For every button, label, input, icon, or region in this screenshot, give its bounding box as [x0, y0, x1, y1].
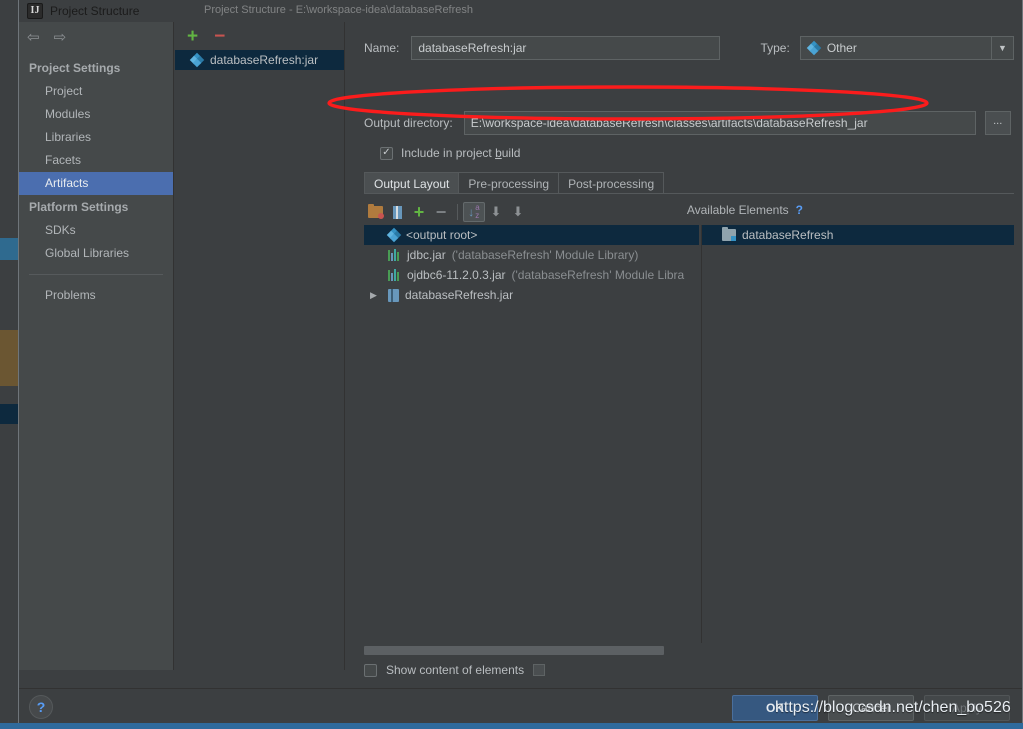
output-directory-label: Output directory:	[364, 116, 453, 130]
type-label: Type:	[760, 41, 790, 55]
add-artifact-button[interactable]: +	[187, 27, 198, 46]
remove-element-icon[interactable]: −	[430, 202, 452, 222]
type-dropdown[interactable]: Other ▼	[799, 36, 1014, 60]
sidebar-item-problems[interactable]: Problems	[19, 284, 173, 307]
show-content-row[interactable]: Show content of elements	[364, 663, 546, 677]
tree-row[interactable]: ▶ databaseRefresh.jar	[364, 285, 699, 305]
help-icon[interactable]: ?	[796, 203, 803, 217]
module-icon	[722, 227, 736, 241]
tree-row[interactable]: jdbc.jar ('databaseRefresh' Module Libra…	[364, 245, 699, 265]
output-layout-tree[interactable]: <output root> jdbc.jar ('databaseRefresh…	[364, 225, 699, 643]
type-dropdown-value: Other	[826, 41, 857, 55]
sidebar-group-project-settings: Project Settings	[29, 61, 121, 75]
artifacts-toolbar: + −	[175, 22, 344, 50]
sidebar-group-platform-settings: Platform Settings	[29, 200, 129, 214]
jar-icon	[388, 288, 399, 302]
sidebar-item-sdks[interactable]: SDKs	[19, 219, 173, 242]
artifact-list-item[interactable]: databaseRefresh:jar	[175, 50, 344, 70]
module-library-icon	[388, 249, 401, 261]
move-up-icon[interactable]: ⬇	[485, 202, 507, 222]
artifact-diamond-icon	[386, 227, 402, 243]
include-in-project-build-label: Include in project build	[401, 146, 521, 160]
output-directory-row: Output directory: E:\workspace-idea\data…	[364, 111, 1014, 135]
move-down-icon[interactable]: ⬇	[507, 202, 529, 222]
include-in-project-build-checkbox[interactable]: ✓	[380, 146, 393, 160]
os-taskbar-edge	[0, 723, 1023, 729]
sidebar-item-modules[interactable]: Modules	[19, 103, 173, 126]
tree-row-label: jdbc.jar	[407, 248, 446, 262]
tree-row-label: <output root>	[406, 228, 478, 242]
tab-output-layout[interactable]: Output Layout	[364, 172, 460, 194]
name-label: Name:	[364, 41, 400, 55]
add-directory-icon[interactable]	[364, 202, 386, 222]
available-elements-tree[interactable]: databaseRefresh	[701, 225, 1014, 643]
browse-output-directory-button[interactable]: ...	[984, 111, 1011, 135]
artifact-diamond-icon	[189, 52, 205, 68]
sidebar-item-global-libraries[interactable]: Global Libraries	[19, 242, 173, 265]
tree-row[interactable]: ojdbc6-11.2.0.3.jar ('databaseRefresh' M…	[364, 265, 699, 285]
sidebar-item-project[interactable]: Project	[19, 80, 173, 103]
expand-twisty-icon[interactable]: ▶	[370, 290, 382, 301]
available-element-label: databaseRefresh	[742, 228, 834, 242]
add-element-icon[interactable]: +	[408, 202, 430, 222]
window-title: Project Structure	[50, 3, 140, 18]
add-archive-icon[interactable]	[386, 202, 408, 222]
toolbar-separator	[457, 204, 458, 220]
settings-sidebar: ⇦ ⇨ Project Settings Project Modules Lib…	[19, 22, 174, 670]
tree-row-note: ('databaseRefresh' Module Library)	[451, 248, 639, 262]
intellij-idea-icon: IJ	[27, 2, 43, 19]
available-elements-label: Available Elements	[686, 203, 789, 217]
list-item[interactable]: databaseRefresh	[702, 225, 1014, 245]
output-layout-toolbar: + − ↓ a z ⬇ ⬇ Available Elements ?	[364, 200, 1014, 224]
artifact-list-item-label: databaseRefresh:jar	[210, 53, 319, 67]
help-button[interactable]: ?	[29, 695, 53, 719]
show-content-label: Show content of elements	[386, 663, 525, 677]
tree-row-label: databaseRefresh.jar	[405, 288, 514, 302]
sidebar-item-artifacts[interactable]: Artifacts	[19, 172, 173, 195]
dialog-body: ⇦ ⇨ Project Settings Project Modules Lib…	[19, 22, 1022, 725]
watermark-text: https://blog.csdn.net/chen_bo526	[775, 699, 1011, 716]
forward-arrow-icon[interactable]: ⇨	[54, 30, 67, 45]
tab-post-processing[interactable]: Post-processing	[559, 172, 665, 194]
sidebar-nav-arrows: ⇦ ⇨	[19, 22, 173, 52]
sort-alphabetically-icon[interactable]: ↓ a z	[463, 202, 485, 222]
show-content-extra-icon[interactable]	[533, 664, 546, 676]
include-in-project-build-row[interactable]: ✓ Include in project build	[380, 146, 520, 160]
tab-pre-processing[interactable]: Pre-processing	[459, 172, 560, 194]
tree-row-note: ('databaseRefresh' Module Libra	[511, 268, 685, 282]
back-arrow-icon[interactable]: ⇦	[27, 30, 40, 45]
tree-row[interactable]: <output root>	[364, 225, 699, 245]
sidebar-divider	[29, 274, 163, 275]
sidebar-item-facets[interactable]: Facets	[19, 149, 173, 172]
titlebar-ghost-text: Project Structure - E:\workspace-idea\da…	[204, 4, 474, 16]
sidebar-item-libraries[interactable]: Libraries	[19, 126, 173, 149]
remove-artifact-button[interactable]: −	[214, 27, 225, 46]
scrollbar-thumb[interactable]	[364, 646, 664, 655]
name-input[interactable]: databaseRefresh:jar	[411, 36, 721, 60]
show-content-checkbox[interactable]	[364, 663, 377, 677]
name-type-row: Name: databaseRefresh:jar Type: Other ▼	[364, 36, 1014, 60]
module-library-icon	[388, 269, 401, 281]
artifacts-list-panel: + − databaseRefresh:jar	[175, 22, 345, 670]
editor-tabs: Output Layout Pre-processing Post-proces…	[364, 172, 665, 194]
artifact-editor-panel: Name: databaseRefresh:jar Type: Other ▼ …	[346, 22, 1022, 677]
tree-row-label: ojdbc6-11.2.0.3.jar	[407, 268, 506, 282]
output-directory-input[interactable]: E:\workspace-idea\databaseRefresh\classe…	[463, 111, 976, 135]
available-elements-header: Available Elements ?	[687, 200, 1014, 220]
tabs-underline	[364, 193, 1014, 194]
horizontal-scrollbar[interactable]	[364, 646, 699, 655]
sidebar-list: Project Settings Project Modules Librari…	[19, 52, 173, 307]
chevron-down-icon[interactable]: ▼	[991, 37, 1013, 59]
artifact-diamond-icon	[806, 40, 822, 56]
